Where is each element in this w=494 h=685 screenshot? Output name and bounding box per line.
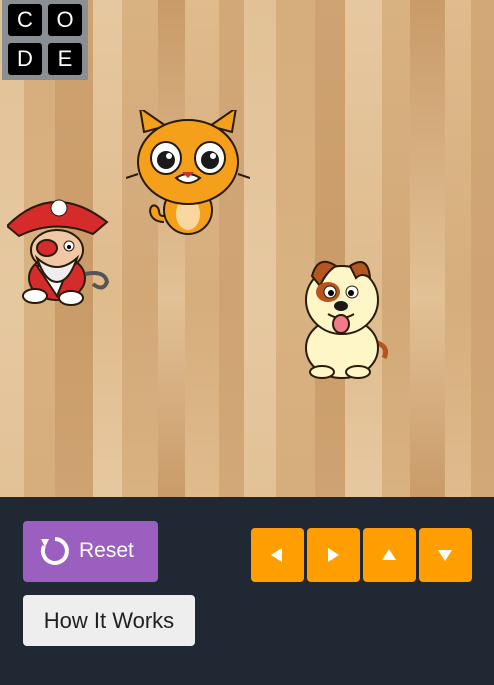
- wood-plank: [345, 0, 383, 497]
- logo-letter: O: [48, 4, 82, 36]
- wood-plank: [158, 0, 186, 497]
- up-arrow-button[interactable]: [363, 528, 416, 582]
- wood-plank: [471, 0, 494, 497]
- wood-plank: [445, 0, 472, 497]
- wood-plank: [276, 0, 316, 497]
- down-arrow-button[interactable]: [419, 528, 472, 582]
- reset-label: Reset: [79, 539, 134, 562]
- wood-plank: [244, 0, 277, 497]
- game-stage: C O D E: [0, 0, 494, 497]
- left-arrow-button[interactable]: [251, 528, 304, 582]
- logo-letter: E: [48, 43, 82, 75]
- right-arrow-button[interactable]: [307, 528, 360, 582]
- left-arrow-icon: [271, 548, 282, 562]
- reset-button[interactable]: Reset: [23, 521, 158, 582]
- how-it-works-button[interactable]: How It Works: [23, 595, 195, 646]
- wood-plank: [382, 0, 411, 497]
- down-arrow-icon: [438, 550, 452, 561]
- up-arrow-icon: [382, 549, 396, 560]
- reset-icon: [40, 537, 69, 565]
- wood-plank: [315, 0, 346, 497]
- wood-plank: [185, 0, 220, 497]
- wood-plank: [219, 0, 245, 497]
- code-logo[interactable]: C O D E: [2, 0, 88, 80]
- dog-sprite: [305, 260, 389, 379]
- right-arrow-icon: [328, 548, 339, 562]
- wood-plank: [410, 0, 446, 497]
- logo-letter: C: [8, 4, 42, 36]
- wood-plank: [122, 0, 159, 497]
- logo-letter: D: [8, 43, 42, 75]
- cat-sprite: [126, 110, 250, 235]
- pirate-sprite: [7, 199, 110, 306]
